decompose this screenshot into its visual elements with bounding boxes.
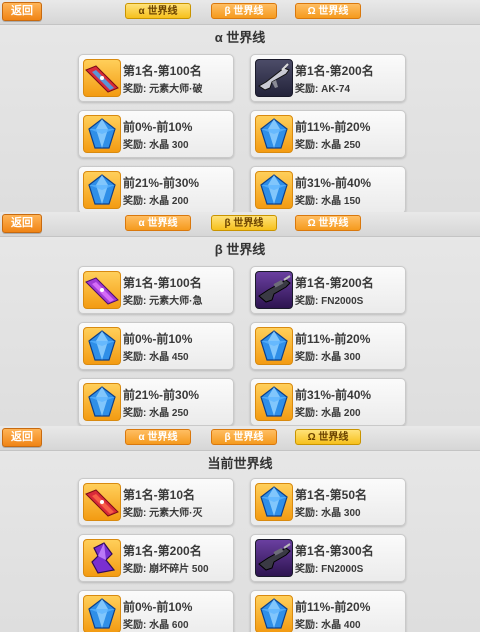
blue-crystal-icon — [83, 595, 121, 632]
blue-crystal-icon — [255, 483, 293, 521]
section-title: β 世界线 — [214, 242, 266, 257]
section-title: 当前世界线 — [207, 456, 273, 471]
reward-card: 前11%-前20% 奖励: 水晶 300 — [250, 322, 406, 370]
section-title: α 世界线 — [214, 30, 266, 45]
reward-text: 奖励: 水晶 250 — [295, 140, 361, 151]
top-bar: 返回 α 世界线 β 世界线 Ω 世界线 — [0, 0, 480, 25]
blue-crystal-icon — [255, 595, 293, 632]
tab-alpha-worldline[interactable]: α 世界线 — [125, 429, 191, 445]
reward-text: 奖励: FN2000S — [295, 296, 364, 307]
red-ribbon-icon — [83, 483, 121, 521]
purple-shard-icon — [83, 539, 121, 577]
reward-text: 奖励: 水晶 150 — [295, 196, 361, 207]
alpha-worldline-panel: 返回 α 世界线 β 世界线 Ω 世界线 α 世界线 第1名-第100名 奖励:… — [0, 0, 480, 212]
reward-text: 奖励: AK-74 — [295, 84, 351, 95]
reward-card: 第1名-第50名 奖励: 水晶 300 — [250, 478, 406, 526]
reward-text: 奖励: 水晶 200 — [295, 408, 361, 419]
purple-ribbon-icon — [83, 271, 121, 309]
reward-text: 奖励: 元素大师·破 — [123, 84, 203, 95]
reward-text: 奖励: 水晶 300 — [295, 352, 361, 363]
reward-text: 奖励: 水晶 600 — [123, 620, 189, 631]
reward-text: 奖励: 元素大师·灭 — [123, 508, 203, 519]
back-button[interactable]: 返回 — [2, 2, 42, 21]
reward-card: 前0%-前10% 奖励: 水晶 450 — [78, 322, 234, 370]
reward-card: 前11%-前20% 奖励: 水晶 400 — [250, 590, 406, 632]
rank-range: 第1名-第100名 — [123, 64, 202, 78]
reward-text: 奖励: 水晶 450 — [123, 352, 189, 363]
tab-beta-worldline[interactable]: β 世界线 — [211, 429, 277, 445]
reward-text: 奖励: 元素大师·急 — [123, 296, 203, 307]
reward-text: 奖励: 水晶 400 — [295, 620, 361, 631]
reward-card: 前0%-前10% 奖励: 水晶 300 — [78, 110, 234, 158]
rank-range: 前11%-前20% — [295, 600, 371, 614]
reward-card: 第1名-第10名 奖励: 元素大师·灭 — [78, 478, 234, 526]
tab-alpha-worldline[interactable]: α 世界线 — [125, 3, 191, 19]
reward-card: 第1名-第200名 奖励: 崩坏碎片 500 — [78, 534, 234, 582]
reward-card: 第1名-第100名 奖励: 元素大师·急 — [78, 266, 234, 314]
rank-range: 前11%-前20% — [295, 332, 371, 346]
reward-card: 前0%-前10% 奖励: 水晶 600 — [78, 590, 234, 632]
tab-omega-worldline[interactable]: Ω 世界线 — [295, 3, 361, 19]
tab-alpha-worldline[interactable]: α 世界线 — [125, 215, 191, 231]
blue-crystal-icon — [83, 383, 121, 421]
reward-text: 奖励: 水晶 250 — [123, 408, 189, 419]
reward-card: 前21%-前30% 奖励: 水晶 250 — [78, 378, 234, 426]
top-bar: 返回 α 世界线 β 世界线 Ω 世界线 — [0, 426, 480, 451]
reward-text: 奖励: 水晶 300 — [295, 508, 361, 519]
red-ribbon-icon — [83, 59, 121, 97]
reward-text: 奖励: 崩坏碎片 500 — [123, 564, 209, 575]
reward-card: 前31%-前40% 奖励: 水晶 150 — [250, 166, 406, 212]
reward-card: 第1名-第300名 奖励: FN2000S — [250, 534, 406, 582]
top-bar: 返回 α 世界线 β 世界线 Ω 世界线 — [0, 212, 480, 237]
rank-range: 前11%-前20% — [295, 120, 371, 134]
ak74-rifle-icon — [255, 59, 293, 97]
beta-worldline-panel: 返回 α 世界线 β 世界线 Ω 世界线 β 世界线 第1名-第100名 奖励:… — [0, 212, 480, 426]
blue-crystal-icon — [255, 115, 293, 153]
rank-range: 第1名-第10名 — [123, 488, 196, 502]
blue-crystal-icon — [83, 327, 121, 365]
tab-omega-worldline[interactable]: Ω 世界线 — [295, 215, 361, 231]
fn2000s-rifle-icon — [255, 539, 293, 577]
reward-card: 前31%-前40% 奖励: 水晶 200 — [250, 378, 406, 426]
reward-card: 第1名-第200名 奖励: FN2000S — [250, 266, 406, 314]
rank-range: 前0%-前10% — [123, 332, 193, 346]
blue-crystal-icon — [255, 171, 293, 209]
reward-card: 第1名-第100名 奖励: 元素大师·破 — [78, 54, 234, 102]
current-worldline-panel: 返回 α 世界线 β 世界线 Ω 世界线 当前世界线 第1名-第10名 奖励: … — [0, 426, 480, 632]
rank-range: 前0%-前10% — [123, 600, 193, 614]
rank-range: 第1名-第200名 — [295, 64, 374, 78]
reward-text: 奖励: 水晶 200 — [123, 196, 189, 207]
blue-crystal-icon — [255, 383, 293, 421]
blue-crystal-icon — [255, 327, 293, 365]
tab-beta-worldline[interactable]: β 世界线 — [211, 3, 277, 19]
rank-range: 第1名-第200名 — [295, 276, 374, 290]
rank-range: 第1名-第300名 — [295, 544, 374, 558]
blue-crystal-icon — [83, 171, 121, 209]
rank-range: 前21%-前30% — [123, 388, 200, 402]
rank-range: 前0%-前10% — [123, 120, 193, 134]
rank-range: 前21%-前30% — [123, 176, 200, 190]
reward-card: 前11%-前20% 奖励: 水晶 250 — [250, 110, 406, 158]
fn2000s-rifle-icon — [255, 271, 293, 309]
reward-card: 前21%-前30% 奖励: 水晶 200 — [78, 166, 234, 212]
rank-range: 前31%-前40% — [295, 388, 372, 402]
back-button[interactable]: 返回 — [2, 428, 42, 447]
reward-card: 第1名-第200名 奖励: AK-74 — [250, 54, 406, 102]
blue-crystal-icon — [83, 115, 121, 153]
reward-text: 奖励: 水晶 300 — [123, 140, 189, 151]
rank-range: 前31%-前40% — [295, 176, 372, 190]
back-button[interactable]: 返回 — [2, 214, 42, 233]
rank-range: 第1名-第50名 — [295, 488, 368, 502]
reward-text: 奖励: FN2000S — [295, 564, 364, 575]
tab-omega-worldline[interactable]: Ω 世界线 — [295, 429, 361, 445]
rank-range: 第1名-第100名 — [123, 276, 202, 290]
tab-beta-worldline[interactable]: β 世界线 — [211, 215, 277, 231]
rank-range: 第1名-第200名 — [123, 544, 202, 558]
